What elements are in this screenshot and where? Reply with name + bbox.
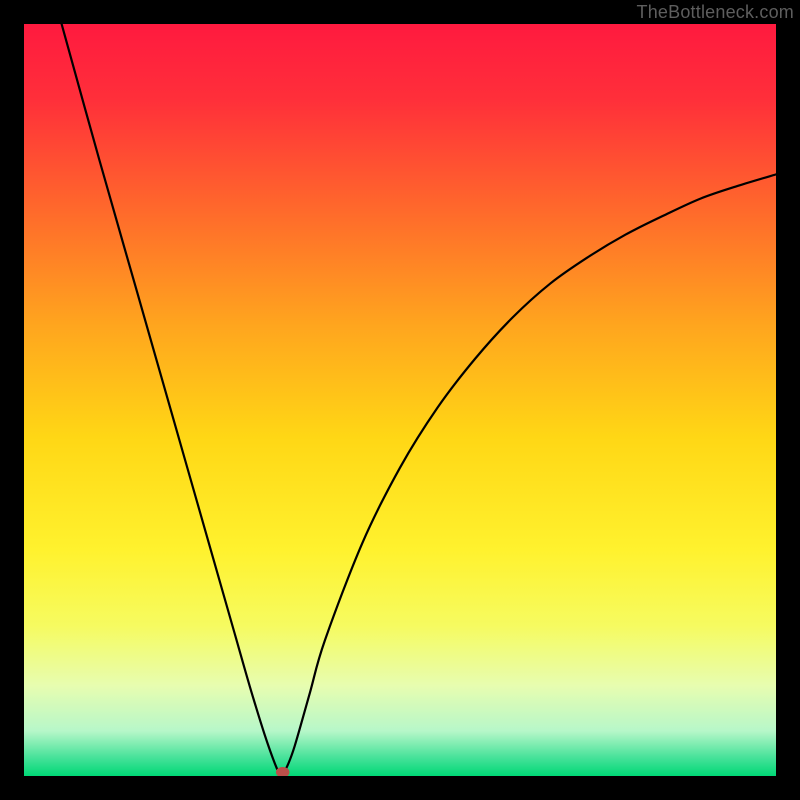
chart-canvas xyxy=(24,24,776,776)
gradient-background xyxy=(24,24,776,776)
watermark-text: TheBottleneck.com xyxy=(637,2,794,23)
chart-frame xyxy=(24,24,776,776)
